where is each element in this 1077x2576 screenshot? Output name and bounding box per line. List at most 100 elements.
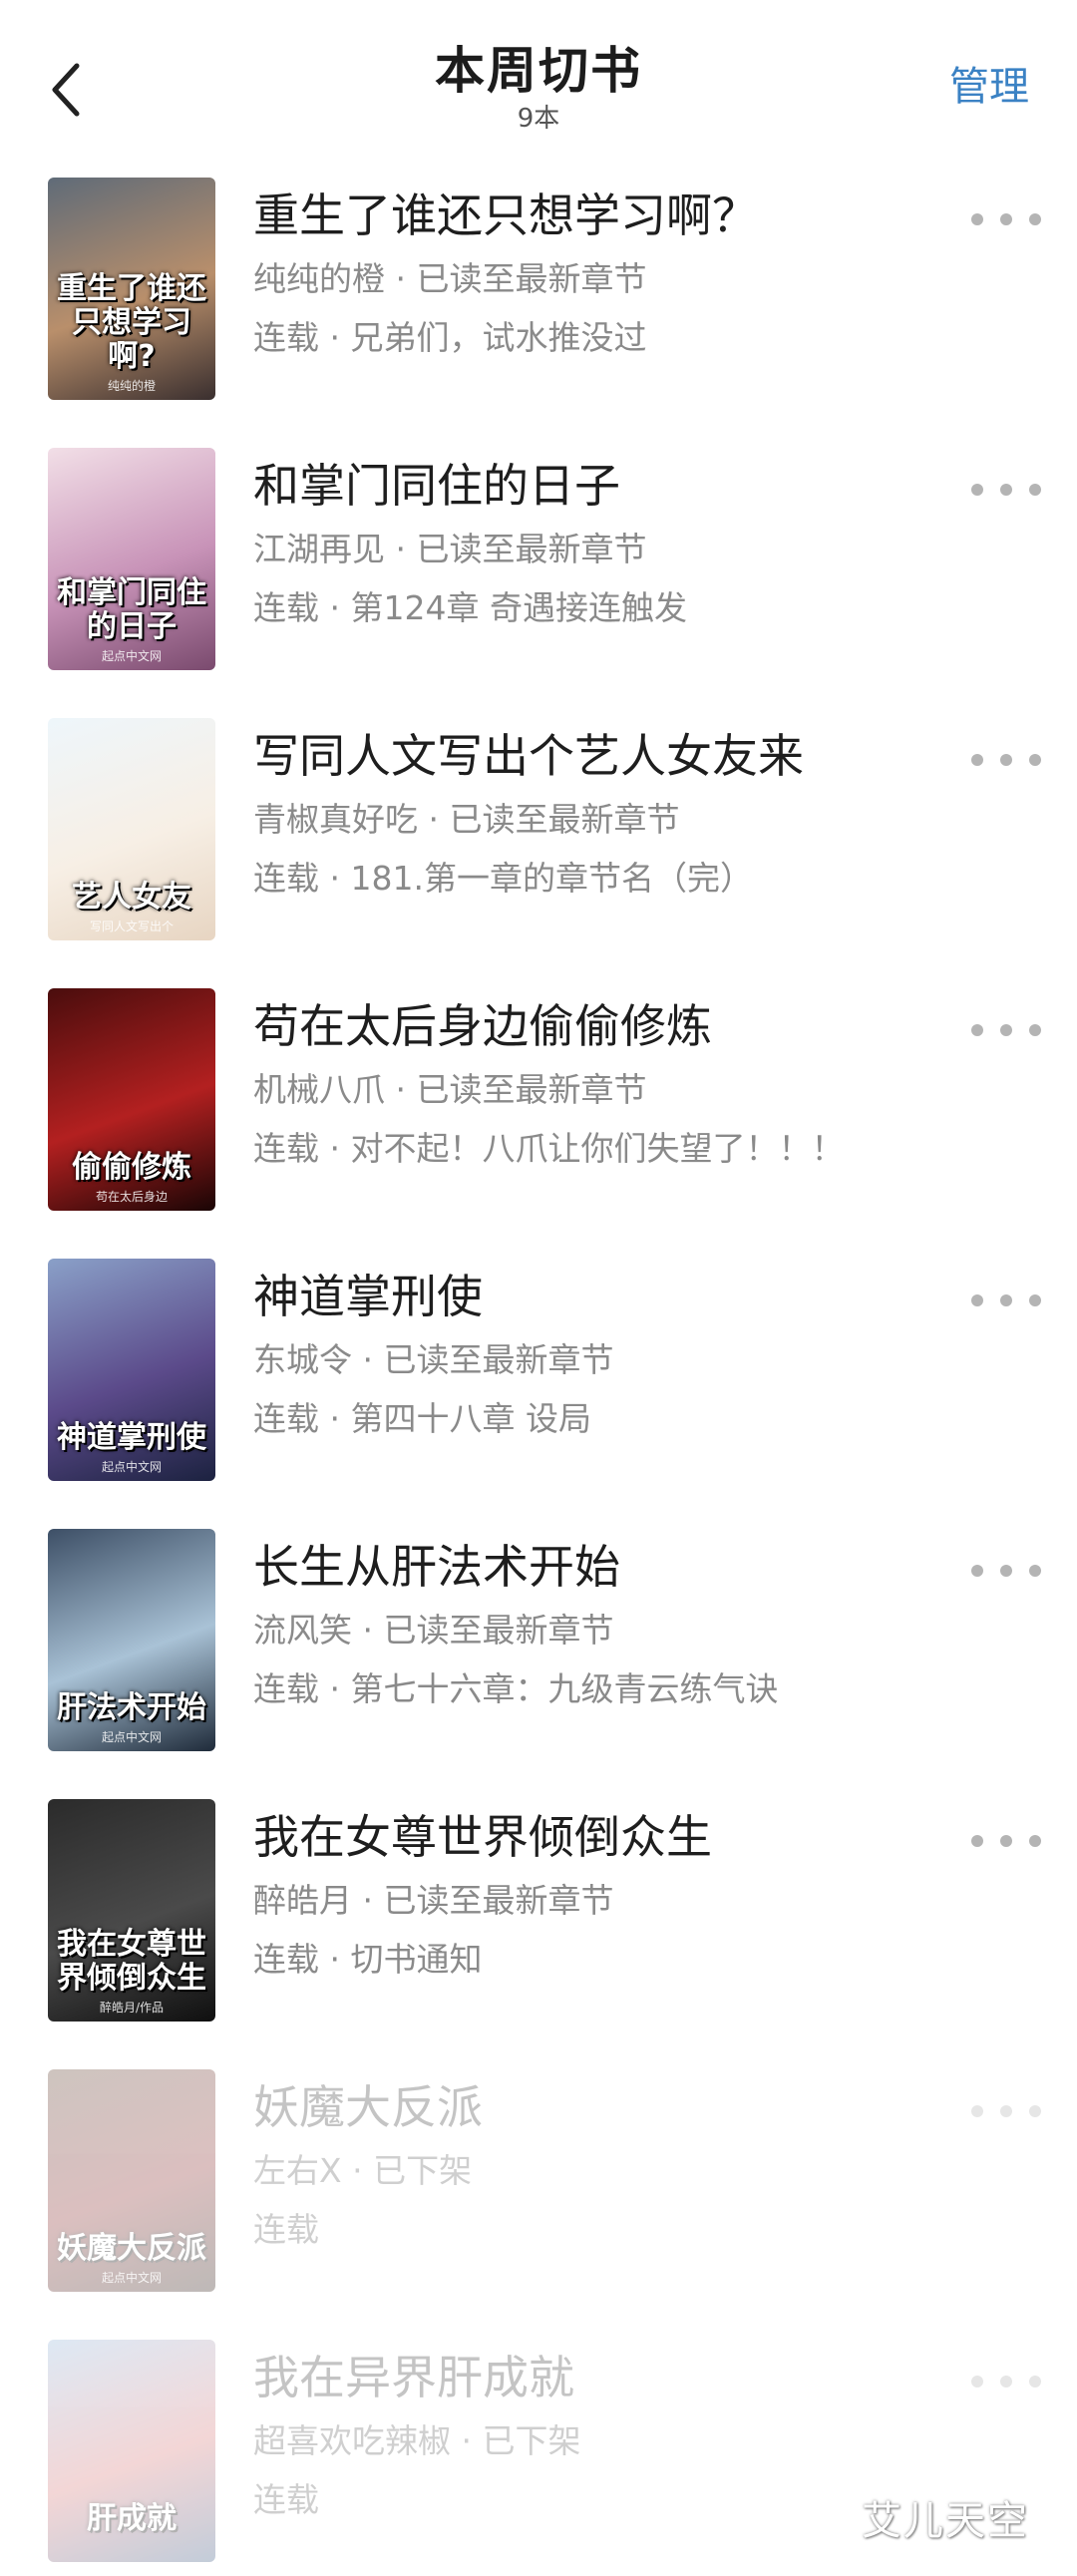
book-title: 妖魔大反派 [253, 2080, 483, 2134]
book-row[interactable]: 肝法术开始 起点中文网 长生从肝法术开始流风笑 · 已读至最新章节连载 · 第七十六… [0, 1521, 1077, 1791]
book-info[interactable]: 我在异界肝成就超喜欢吃辣椒 · 已下架 连载 [253, 2346, 957, 2522]
book-status: 连载 · 第124章 奇遇接连触发 [253, 588, 687, 627]
more-horizontal-icon [971, 2105, 983, 2117]
book-status: 连载 · 181.第一章的章节名（完） [253, 859, 753, 898]
cover-title: 艺人女友 [72, 880, 191, 915]
book-row[interactable]: 艺人女友 写同人文写出个 写同人文写出个艺人女友来 青椒真好吃 · 已读至最新章节 连载… [0, 710, 1077, 980]
book-info[interactable]: 妖魔大反派左右X · 已下架 连载 [253, 2075, 957, 2252]
book-cover[interactable]: 偷偷修炼苟在太后身边 [48, 988, 215, 1211]
more-dot [1029, 1835, 1041, 1847]
book-status: 连载 · 兄弟们，试水推没过 [253, 318, 647, 357]
more-dot [1000, 1294, 1012, 1306]
more-dot [1029, 1024, 1041, 1036]
more-dot [1029, 213, 1041, 225]
book-author-progress: 流风笑 · 已读至最新章节 [253, 1611, 614, 1650]
cover-title: 神道掌刑使 [57, 1420, 206, 1455]
manage-button[interactable]: 管理 [949, 62, 1029, 112]
page-title: 本周切书 [435, 42, 642, 100]
more-dot [1000, 1024, 1012, 1036]
book-status: 连载 · 第四十八章 设局 [253, 1399, 591, 1438]
more-options-button[interactable] [971, 1010, 1041, 1050]
book-row[interactable]: 我在女尊世界倾倒众生 醉皓月/作品 我在女尊世界倾倒众生 醉皓月 · 已读至最新章节连… [0, 1791, 1077, 2061]
more-dot [1029, 754, 1041, 766]
book-author-progress: 青椒真好吃 · 已读至最新章节 [253, 800, 680, 839]
book-cover[interactable]: 肝法术开始 起点中文网 [48, 1529, 215, 1751]
book-status: 连载 · 切书通知 [253, 1940, 483, 1979]
watermark: 艾儿天空 [862, 2498, 1029, 2544]
more-options-button[interactable] [971, 470, 1041, 510]
book-author-progress: 江湖再见 · 已读至最新章节 [253, 530, 647, 568]
cover-publisher: 起点中文网 [101, 1460, 162, 1474]
cover-publisher: 起点中文网 [101, 649, 162, 663]
more-options-button[interactable] [971, 2362, 1041, 2401]
book-author-progress: 左右X · 已下架 [253, 2151, 473, 2190]
book-status: 连载 · 第七十六章：九级青云练气诀 [253, 1669, 779, 1708]
book-row[interactable]: 妖魔大反派 起点中文网 妖魔大反派 左右X · 已下架 连载 [0, 2061, 1077, 2332]
more-horizontal-icon [971, 1024, 983, 1036]
more-options-button[interactable] [971, 740, 1041, 780]
more-horizontal-icon [971, 1294, 983, 1306]
more-horizontal-icon [971, 484, 983, 496]
cover-publisher: 起点中文网 [101, 2271, 162, 2285]
book-info[interactable]: 苟在太后身边偷偷修炼 机械八爪 · 已读至最新章节 连载 · 对不起！八爪让你们失望… [253, 994, 957, 1171]
more-dot [1029, 2376, 1041, 2388]
book-info[interactable]: 和掌门同住的日子江湖再见 · 已读至最新章节连载 · 第124章 奇遇接连触发 [253, 454, 957, 630]
cover-publisher: 写同人文写出个 [89, 920, 174, 933]
book-row[interactable]: 神道掌刑使 起点中文网 神道掌刑使 东城令 · 已读至最新章节 连载 · 第四十八章 设… [0, 1251, 1077, 1521]
book-cover[interactable]: 艺人女友写同人文写出个 [48, 718, 215, 940]
book-info[interactable]: 写同人文写出个艺人女友来青椒真好吃 · 已读至最新章节连载 · 181.第一章的… [253, 724, 957, 901]
book-author-progress: 超喜欢吃辣椒 · 已下架 [253, 2421, 581, 2460]
book-cover[interactable]: 重生了谁还只想学习啊? 纯纯的橙 [48, 178, 215, 400]
book-cover[interactable]: 肝成就 [48, 2340, 215, 2562]
book-cover[interactable]: 我在女尊世界倾倒众生 醉皓月/作品 [48, 1799, 215, 2022]
cover-title: 和掌门同住的日子 [57, 575, 206, 644]
book-status: 连载 [253, 2210, 319, 2249]
book-title: 我在女尊世界倾倒众生 [253, 1810, 712, 1864]
book-info[interactable]: 长生从肝法术开始流风笑 · 已读至最新章节连载 · 第七十六章：九级青云练气诀 [253, 1535, 957, 1711]
cover-title: 妖魔大反派 [57, 2231, 206, 2266]
book-title: 神道掌刑使 [253, 1270, 483, 1323]
book-info[interactable]: 重生了谁还只想学习啊？ 纯纯的橙 · 已读至最新章节 连载 · 兄弟们，试水推没过 [253, 184, 957, 360]
more-options-button[interactable] [971, 1281, 1041, 1320]
book-title: 我在异界肝成就 [253, 2351, 574, 2404]
more-horizontal-icon [971, 1565, 983, 1577]
title-block: 本周切书 9本 [0, 40, 1077, 136]
book-author-progress: 纯纯的橙 · 已读至最新章节 [253, 259, 647, 298]
book-cover[interactable]: 妖魔大反派起点中文网 [48, 2069, 215, 2292]
more-options-button[interactable] [971, 1821, 1041, 1861]
book-title: 苟在太后身边偷偷修炼 [253, 999, 712, 1053]
book-cover[interactable]: 神道掌刑使起点中文网 [48, 1259, 215, 1481]
book-info[interactable]: 神道掌刑使东城令 · 已读至最新章节 连载 · 第四十八章 设局 [253, 1265, 957, 1441]
book-row[interactable]: 和掌门同住的日子 起点中文网 和掌门同住的日子 江湖再见 · 已读至最新章节 连载 · … [0, 440, 1077, 710]
more-dot [1029, 1294, 1041, 1306]
more-dot [1000, 1835, 1012, 1847]
book-author-progress: 醉皓月 · 已读至最新章节 [253, 1881, 614, 1920]
book-info[interactable]: 我在女尊世界倾倒众生醉皓月 · 已读至最新章节 连载 · 切书通知 [253, 1805, 957, 1982]
book-status: 连载 [253, 2480, 319, 2519]
book-title: 长生从肝法术开始 [253, 1540, 620, 1594]
book-cover[interactable]: 和掌门同住的日子起点中文网 [48, 448, 215, 670]
more-dot [1000, 2376, 1012, 2388]
more-horizontal-icon [971, 1835, 983, 1847]
book-author-progress: 东城令 · 已读至最新章节 [253, 1340, 614, 1379]
cover-publisher: 起点中文网 [101, 1730, 162, 1744]
cover-publisher: 苟在太后身边 [95, 1190, 168, 1204]
book-title: 写同人文写出个艺人女友来 [253, 729, 804, 783]
more-dot [1000, 754, 1012, 766]
more-dot [1029, 1565, 1041, 1577]
book-row[interactable]: 重生了谁还只想学习啊? 纯纯的橙 重生了谁还只想学习啊？ 纯纯的橙 · 已读至最新章节… [0, 170, 1077, 440]
book-title: 和掌门同住的日子 [253, 459, 620, 513]
more-horizontal-icon [971, 754, 983, 766]
book-status: 连载 · 对不起！八爪让你们失望了！！！ [253, 1129, 845, 1168]
more-dot [1029, 2105, 1041, 2117]
more-options-button[interactable] [971, 199, 1041, 239]
book-row[interactable]: 偷偷修炼 苟在太后身边 苟在太后身边偷偷修炼 机械八爪 · 已读至最新章节 连载 · 对… [0, 980, 1077, 1251]
book-title: 重生了谁还只想学习啊？ [253, 188, 758, 242]
book-count: 9本 [517, 104, 560, 134]
book-list: 重生了谁还只想学习啊? 纯纯的橙 重生了谁还只想学习啊？ 纯纯的橙 · 已读至最新章节… [0, 170, 1077, 2576]
cover-title: 偷偷修炼 [72, 1150, 191, 1185]
more-horizontal-icon [971, 213, 983, 225]
more-options-button[interactable] [971, 1551, 1041, 1591]
more-options-button[interactable] [971, 2091, 1041, 2131]
cover-title: 我在女尊世界倾倒众生 [57, 1927, 206, 1996]
